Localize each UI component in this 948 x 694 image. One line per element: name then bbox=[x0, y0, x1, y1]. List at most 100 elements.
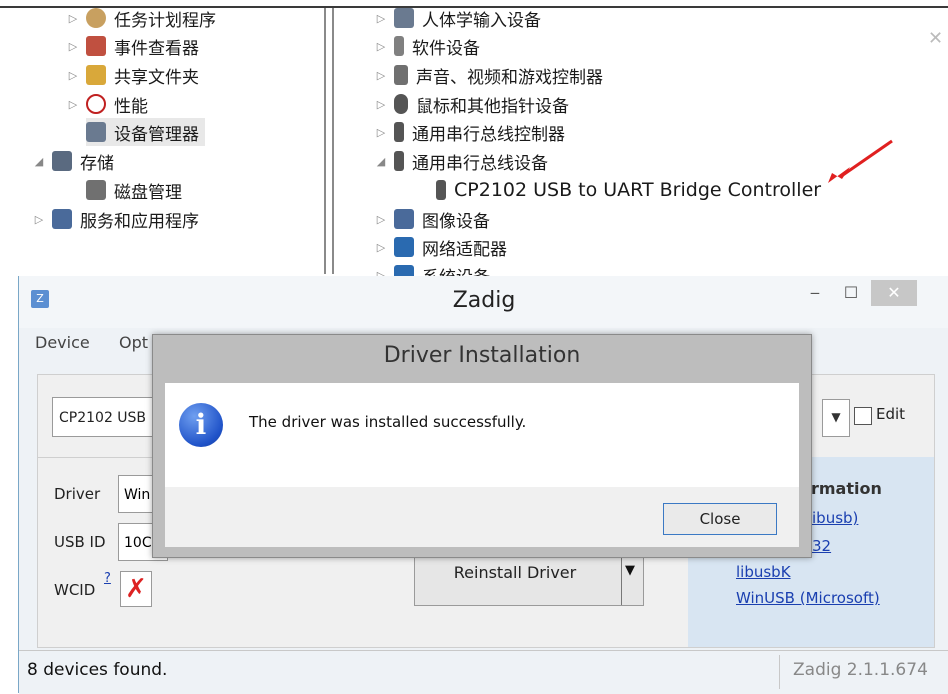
tree-item-mouse[interactable]: ▷ 鼠标和其他指针设备 bbox=[374, 90, 569, 118]
maximize-button[interactable]: ☐ bbox=[837, 280, 865, 308]
expander-icon[interactable]: ◢ bbox=[32, 155, 46, 168]
usb-icon bbox=[394, 151, 404, 171]
storage-icon bbox=[52, 151, 72, 171]
dialog-title: Driver Installation bbox=[383, 343, 581, 368]
tree-item-label: 通用串行总线控制器 bbox=[412, 124, 565, 145]
expander-icon[interactable]: ▷ bbox=[66, 69, 80, 82]
expander-icon[interactable]: ▷ bbox=[32, 213, 46, 226]
expander-icon[interactable]: ▷ bbox=[374, 98, 388, 111]
network-icon bbox=[394, 237, 414, 257]
device-manager-window: ▷ 任务计划程序 ▷ 事件查看器 ▷ 共享文件夹 ▷ 性能 设备管理器 ◢ 存储 bbox=[0, 0, 948, 288]
close-button[interactable]: Close bbox=[663, 503, 777, 535]
expander-icon[interactable]: ▷ bbox=[66, 12, 80, 25]
link-libusb-win32[interactable]: 32 bbox=[812, 537, 831, 555]
expander-icon[interactable]: ▷ bbox=[374, 69, 388, 82]
edit-label: Edit bbox=[876, 405, 906, 423]
tree-item-shared-folders[interactable]: ▷ 共享文件夹 bbox=[66, 61, 199, 89]
tree-item-storage[interactable]: ◢ 存储 bbox=[32, 147, 114, 175]
device-manager-icon bbox=[86, 122, 106, 142]
shared-folder-icon bbox=[86, 65, 106, 85]
reinstall-driver-label: Reinstall Driver bbox=[453, 563, 577, 582]
tree-item-label: 人体学输入设备 bbox=[422, 10, 541, 31]
reinstall-driver-button[interactable]: Reinstall Driver ▼ bbox=[414, 550, 644, 606]
link-libusb[interactable]: ibusb) bbox=[812, 509, 858, 527]
tree-item-label: 事件查看器 bbox=[114, 38, 199, 59]
version-text: Zadig 2.1.1.674 bbox=[793, 660, 928, 680]
tree-item-usb-devices[interactable]: ◢ 通用串行总线设备 bbox=[374, 147, 548, 175]
event-viewer-icon bbox=[86, 36, 106, 56]
menu-device[interactable]: Device bbox=[35, 333, 90, 352]
tree-item-performance[interactable]: ▷ 性能 bbox=[66, 90, 148, 118]
dialog-footer: Close bbox=[165, 487, 799, 547]
expander-icon[interactable]: ▷ bbox=[374, 126, 388, 139]
tree-item-hid[interactable]: ▷ 人体学输入设备 bbox=[374, 4, 541, 32]
tree-item-label: 声音、视频和游戏控制器 bbox=[416, 67, 603, 88]
tree-item-label: 任务计划程序 bbox=[114, 10, 216, 31]
driver-installation-dialog: Driver Installation i The driver was ins… bbox=[152, 334, 812, 558]
usb-icon bbox=[436, 180, 446, 200]
split-divider bbox=[621, 551, 622, 605]
camera-icon bbox=[394, 209, 414, 229]
edit-checkbox[interactable] bbox=[854, 407, 872, 425]
status-divider bbox=[779, 655, 780, 689]
expander-icon[interactable]: ▷ bbox=[374, 213, 388, 226]
tree-item-disk-management[interactable]: 磁盘管理 bbox=[86, 176, 182, 204]
status-text: 8 devices found. bbox=[27, 660, 168, 680]
info-header: ormation bbox=[800, 479, 882, 498]
tree-item-event-viewer[interactable]: ▷ 事件查看器 bbox=[66, 32, 199, 60]
performance-icon bbox=[86, 94, 106, 114]
window-close-button[interactable]: ✕ bbox=[871, 280, 917, 306]
tree-item-label: 通用串行总线设备 bbox=[412, 153, 548, 174]
wcid-label: WCID bbox=[54, 581, 96, 599]
expander-icon[interactable]: ▷ bbox=[374, 40, 388, 53]
driver-label: Driver bbox=[54, 485, 101, 503]
tree-item-label: 设备管理器 bbox=[114, 124, 199, 145]
speaker-icon bbox=[394, 65, 408, 85]
menu-options[interactable]: Opt bbox=[119, 333, 148, 352]
wcid-status-icon: ✗ bbox=[120, 571, 152, 607]
expander-icon[interactable]: ▷ bbox=[66, 98, 80, 111]
mouse-icon bbox=[394, 94, 408, 114]
title-bar[interactable]: Z Zadig ‒ ☐ ✕ bbox=[19, 276, 948, 328]
expander-icon[interactable]: ▷ bbox=[374, 12, 388, 25]
link-winusb[interactable]: WinUSB (Microsoft) bbox=[736, 589, 880, 607]
tree-item-label: 性能 bbox=[114, 96, 148, 117]
tree-item-sound[interactable]: ▷ 声音、视频和游戏控制器 bbox=[374, 61, 603, 89]
tree-item-task-scheduler[interactable]: ▷ 任务计划程序 bbox=[66, 4, 216, 32]
clock-icon bbox=[86, 8, 106, 28]
disk-icon bbox=[86, 180, 106, 200]
close-icon[interactable]: ✕ bbox=[928, 28, 943, 49]
expander-icon[interactable]: ▷ bbox=[374, 241, 388, 254]
software-device-icon bbox=[394, 36, 404, 56]
tree-item-label: 存储 bbox=[80, 153, 114, 174]
tree-item-label: CP2102 USB to UART Bridge Controller bbox=[454, 179, 822, 201]
usb-icon bbox=[394, 122, 404, 142]
tree-item-label: 鼠标和其他指针设备 bbox=[416, 96, 569, 117]
keyboard-icon bbox=[394, 8, 414, 28]
tree-item-usb-controllers[interactable]: ▷ 通用串行总线控制器 bbox=[374, 118, 565, 146]
tree-item-imaging[interactable]: ▷ 图像设备 bbox=[374, 205, 490, 233]
tree-item-services-apps[interactable]: ▷ 服务和应用程序 bbox=[32, 205, 199, 233]
tree-item-cp2102[interactable]: CP2102 USB to UART Bridge Controller bbox=[436, 176, 821, 204]
chevron-down-icon[interactable]: ▼ bbox=[822, 399, 850, 437]
tree-item-label: 网络适配器 bbox=[422, 239, 507, 260]
minimize-button[interactable]: ‒ bbox=[801, 280, 829, 308]
expander-icon[interactable]: ◢ bbox=[374, 155, 388, 168]
usbid-label: USB ID bbox=[54, 533, 106, 551]
tree-item-software-devices[interactable]: ▷ 软件设备 bbox=[374, 32, 480, 60]
tree-item-label: 服务和应用程序 bbox=[80, 211, 199, 232]
status-bar: 8 devices found. Zadig 2.1.1.674 bbox=[19, 650, 948, 694]
tree-item-label: 共享文件夹 bbox=[114, 67, 199, 88]
dialog-message: The driver was installed successfully. bbox=[249, 413, 527, 431]
console-tree-pane: ▷ 任务计划程序 ▷ 事件查看器 ▷ 共享文件夹 ▷ 性能 设备管理器 ◢ 存储 bbox=[18, 8, 326, 274]
link-libusbk[interactable]: libusbK bbox=[736, 563, 791, 581]
chevron-down-icon[interactable]: ▼ bbox=[625, 563, 635, 578]
tree-item-device-manager[interactable]: 设备管理器 bbox=[86, 118, 205, 146]
expander-icon[interactable]: ▷ bbox=[66, 40, 80, 53]
tree-item-network[interactable]: ▷ 网络适配器 bbox=[374, 233, 507, 261]
dialog-body: i The driver was installed successfully. bbox=[165, 383, 799, 487]
tree-item-label: 软件设备 bbox=[412, 38, 480, 59]
info-icon: i bbox=[179, 403, 223, 447]
tree-item-label: 图像设备 bbox=[422, 211, 490, 232]
wcid-help-link[interactable]: ? bbox=[104, 571, 111, 586]
